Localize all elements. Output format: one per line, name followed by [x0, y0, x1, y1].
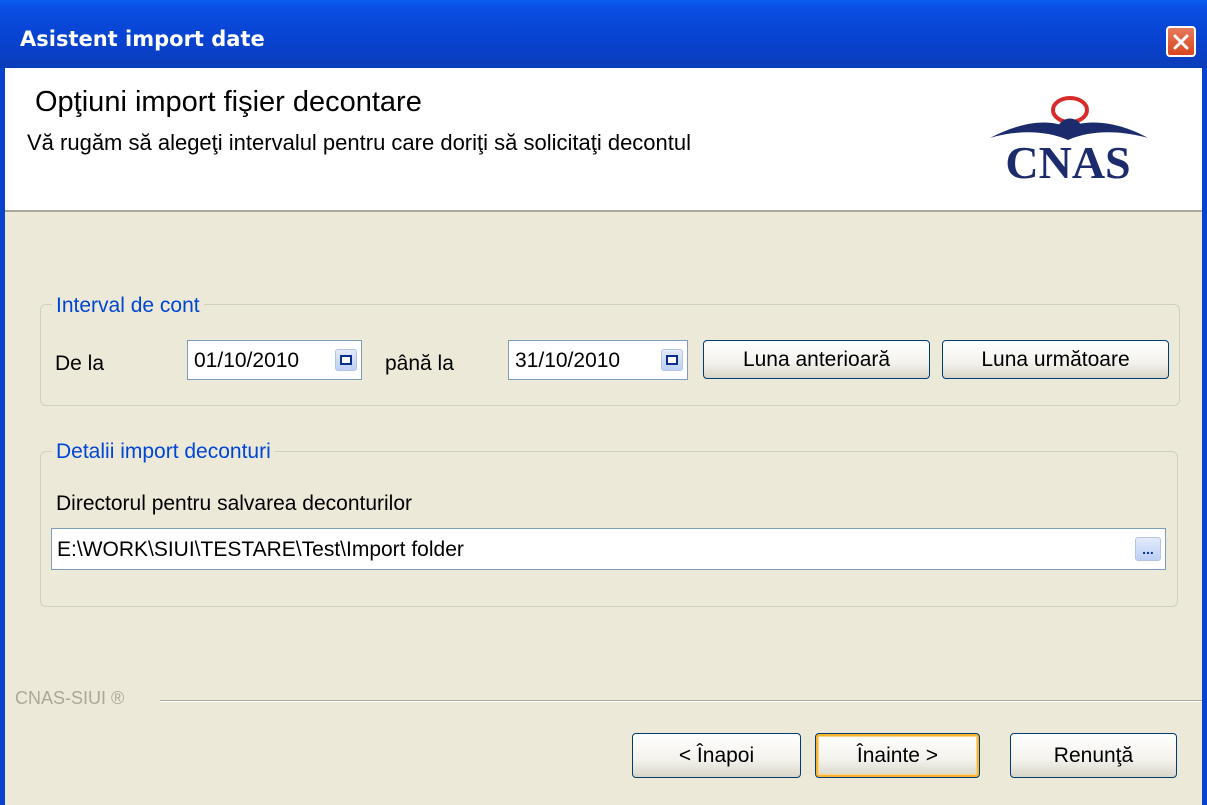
- directory-path-input[interactable]: E:\WORK\SIUI\TESTARE\Test\Import folder …: [51, 528, 1166, 570]
- interval-group-legend: Interval de cont: [52, 294, 204, 318]
- to-label: până la: [385, 352, 454, 375]
- footer-divider: [160, 700, 1202, 702]
- next-button[interactable]: Înainte >: [815, 733, 980, 778]
- details-group-legend: Detalii import deconturi: [52, 440, 275, 464]
- to-date-picker[interactable]: 31/10/2010: [508, 340, 688, 380]
- from-label: De la: [55, 352, 105, 375]
- from-date-value: 01/10/2010: [194, 349, 300, 372]
- next-month-button[interactable]: Luna următoare: [942, 340, 1169, 379]
- browse-button[interactable]: ...: [1135, 537, 1161, 561]
- cancel-button[interactable]: Renunţă: [1010, 733, 1177, 778]
- footer-brand: CNAS-SIUI ®: [15, 688, 133, 709]
- dialog-body: Opţiuni import fişier decontare Vă rugăm…: [5, 68, 1202, 805]
- previous-month-button[interactable]: Luna anterioară: [703, 340, 930, 379]
- window-title: Asistent import date: [20, 27, 265, 51]
- wizard-header: Opţiuni import fişier decontare Vă rugăm…: [5, 68, 1202, 212]
- close-icon: [1173, 34, 1189, 49]
- directory-label: Directorul pentru salvarea deconturilor: [56, 492, 413, 515]
- calendar-icon[interactable]: [661, 349, 683, 371]
- to-date-value: 31/10/2010: [515, 349, 621, 372]
- logo-text: CNAS: [1005, 137, 1130, 186]
- directory-path-value: E:\WORK\SIUI\TESTARE\Test\Import folder: [57, 538, 464, 561]
- cnas-logo: CNAS: [990, 96, 1148, 186]
- page-subtitle: Vă rugăm să alegeţi intervalul pentru ca…: [27, 130, 692, 155]
- title-bar[interactable]: Asistent import date: [0, 0, 1207, 68]
- page-title: Opţiuni import fişier decontare: [35, 86, 422, 118]
- from-date-picker[interactable]: 01/10/2010: [187, 340, 362, 380]
- back-button[interactable]: < Înapoi: [632, 733, 801, 778]
- calendar-icon[interactable]: [335, 349, 357, 371]
- close-button[interactable]: [1166, 26, 1196, 57]
- dialog-window: Asistent import date Opţiuni import fişi…: [0, 0, 1207, 805]
